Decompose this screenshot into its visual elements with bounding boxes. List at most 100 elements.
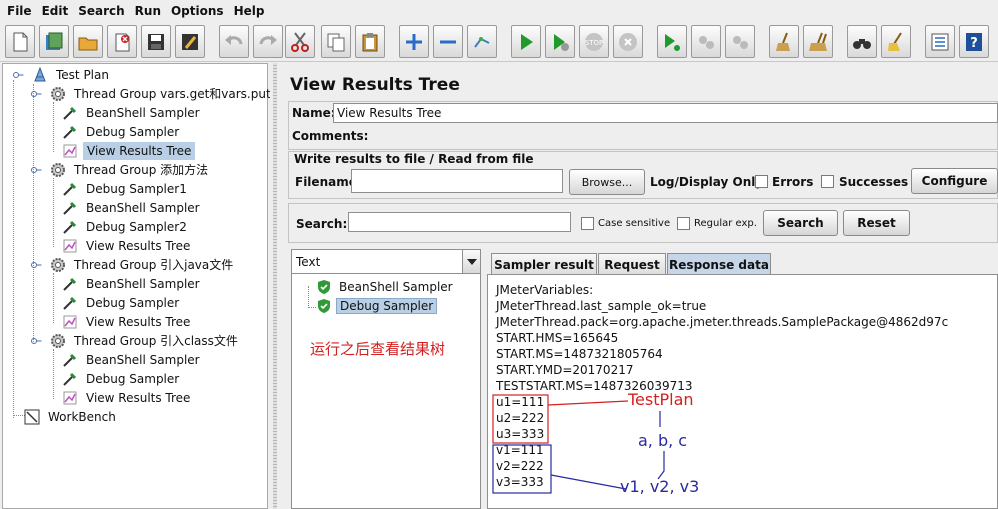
workbench-icon	[23, 408, 41, 426]
expand-toggle-icon[interactable]	[27, 161, 45, 179]
broom-icon	[776, 32, 790, 51]
start-no-pauses-button[interactable]	[545, 25, 575, 58]
search-button[interactable]: Search	[763, 210, 838, 236]
menu-edit[interactable]: Edit	[37, 4, 74, 18]
tree-node-thread-group[interactable]: Thread Group 引入java文件	[27, 255, 236, 274]
reset-button[interactable]: Reset	[843, 210, 910, 236]
toolbar: STOP ?	[0, 22, 998, 62]
new-button[interactable]	[5, 25, 35, 58]
menu-run[interactable]: Run	[130, 4, 166, 18]
result-item[interactable]: BeanShell Sampler	[316, 277, 456, 296]
tree-node-label: View Results Tree	[86, 390, 191, 405]
splitter-grip[interactable]	[273, 63, 277, 509]
tab-sampler-result[interactable]: Sampler result	[491, 253, 597, 275]
undo-button[interactable]	[219, 25, 249, 58]
start-button[interactable]	[511, 25, 541, 58]
tree-node-sampler[interactable]: Debug Sampler2	[61, 217, 190, 236]
filename-field[interactable]	[351, 169, 563, 193]
view-results-tree-panel: View Results Tree Name: View Results Tre…	[282, 63, 998, 509]
tree-node-workbench[interactable]: WorkBench	[23, 407, 119, 426]
menu-options[interactable]: Options	[166, 4, 229, 18]
result-label: Debug Sampler	[336, 297, 438, 314]
tree-connector	[53, 273, 54, 323]
remote-stop-icon	[699, 35, 714, 49]
help-button[interactable]: ?	[959, 25, 989, 58]
search-input[interactable]	[348, 212, 571, 232]
menu-help[interactable]: Help	[229, 4, 270, 18]
tree-node-sampler[interactable]: Debug Sampler	[61, 293, 182, 312]
tree-node-sampler[interactable]: Debug Sampler1	[61, 179, 190, 198]
tree-node-thread-group[interactable]: Thread Group 引入class文件	[27, 331, 241, 350]
menu-search[interactable]: Search	[73, 4, 129, 18]
result-item[interactable]: Debug Sampler	[316, 296, 438, 315]
search-tree-button[interactable]	[847, 25, 877, 58]
save-as-button[interactable]	[175, 25, 205, 58]
svg-text:?: ?	[970, 36, 978, 51]
copy-icon	[327, 33, 345, 51]
filename-label: Filename	[295, 175, 357, 189]
errors-checkbox[interactable]	[755, 175, 768, 188]
regular-exp-checkbox[interactable]	[677, 217, 690, 230]
close-button[interactable]	[107, 25, 137, 58]
remote-stop-button[interactable]	[691, 25, 721, 58]
remote-start-button[interactable]	[657, 25, 687, 58]
tree-node-listener[interactable]: View Results Tree	[61, 236, 193, 255]
toggle-button[interactable]	[467, 25, 497, 58]
stop-icon: STOP	[585, 32, 603, 51]
menu-file[interactable]: File	[2, 4, 37, 18]
clear-all-button[interactable]	[803, 25, 833, 58]
help-icon: ?	[966, 32, 982, 51]
templates-button[interactable]	[39, 25, 69, 58]
copy-button[interactable]	[321, 25, 351, 58]
paste-button[interactable]	[355, 25, 385, 58]
stop-button[interactable]: STOP	[579, 25, 609, 58]
function-helper-button[interactable]	[925, 25, 955, 58]
tab-response-data[interactable]: Response data	[667, 253, 771, 275]
tree-node-listener[interactable]: View Results Tree	[61, 141, 196, 160]
pipette-icon	[61, 123, 79, 141]
successes-label: Successes	[839, 175, 909, 189]
collapse-button[interactable]	[433, 25, 463, 58]
open-button[interactable]	[73, 25, 103, 58]
tree-node-label: Debug Sampler	[86, 124, 180, 139]
expand-toggle-icon[interactable]	[27, 332, 45, 350]
tree-node-sampler[interactable]: BeanShell Sampler	[61, 103, 203, 122]
tree-node-sampler[interactable]: Debug Sampler	[61, 369, 182, 388]
save-button[interactable]	[141, 25, 171, 58]
pipette-icon	[61, 104, 79, 122]
write-results-legend: Write results to file / Read from file	[292, 152, 536, 166]
case-sensitive-checkbox[interactable]	[581, 217, 594, 230]
tree-node-thread-group[interactable]: Thread Group 添加方法	[27, 160, 211, 179]
pane-splitter[interactable]	[270, 63, 280, 509]
tree-node-test-plan[interactable]: Test Plan	[9, 65, 112, 84]
shutdown-button[interactable]	[613, 25, 643, 58]
cut-button[interactable]	[285, 25, 315, 58]
test-plan-tree[interactable]: Test Plan Thread Group vars.get和vars.put…	[2, 63, 271, 509]
remote-shutdown-button[interactable]	[725, 25, 755, 58]
name-field[interactable]: View Results Tree	[333, 103, 998, 123]
configure-button[interactable]: Configure	[911, 168, 998, 194]
browse-button[interactable]: Browse...	[569, 169, 645, 195]
renderer-select[interactable]: Text	[292, 250, 480, 274]
tab-request[interactable]: Request	[598, 253, 666, 275]
tree-node-sampler[interactable]: BeanShell Sampler	[61, 274, 203, 293]
tree-node-listener[interactable]: View Results Tree	[61, 388, 193, 407]
reset-search-button[interactable]	[881, 25, 911, 58]
tree-node-sampler[interactable]: BeanShell Sampler	[61, 350, 203, 369]
successes-checkbox[interactable]	[821, 175, 834, 188]
chevron-down-icon[interactable]	[462, 250, 480, 273]
expand-toggle-icon[interactable]	[27, 85, 45, 103]
expand-toggle-icon[interactable]	[9, 66, 27, 84]
clear-button[interactable]	[769, 25, 799, 58]
renderer-value: Text	[296, 255, 321, 269]
response-data-panel[interactable]: JMeterVariables: JMeterThread.last_sampl…	[487, 274, 998, 509]
tree-node-thread-group[interactable]: Thread Group vars.get和vars.put	[27, 84, 274, 103]
tree-node-sampler[interactable]: BeanShell Sampler	[61, 198, 203, 217]
expand-button[interactable]	[399, 25, 429, 58]
expand-toggle-icon[interactable]	[27, 256, 45, 274]
tree-node-sampler[interactable]: Debug Sampler	[61, 122, 182, 141]
menu-bar: File Edit Search Run Options Help	[0, 0, 998, 22]
tree-node-listener[interactable]: View Results Tree	[61, 312, 193, 331]
redo-button[interactable]	[253, 25, 283, 58]
name-label: Name:	[292, 106, 336, 120]
